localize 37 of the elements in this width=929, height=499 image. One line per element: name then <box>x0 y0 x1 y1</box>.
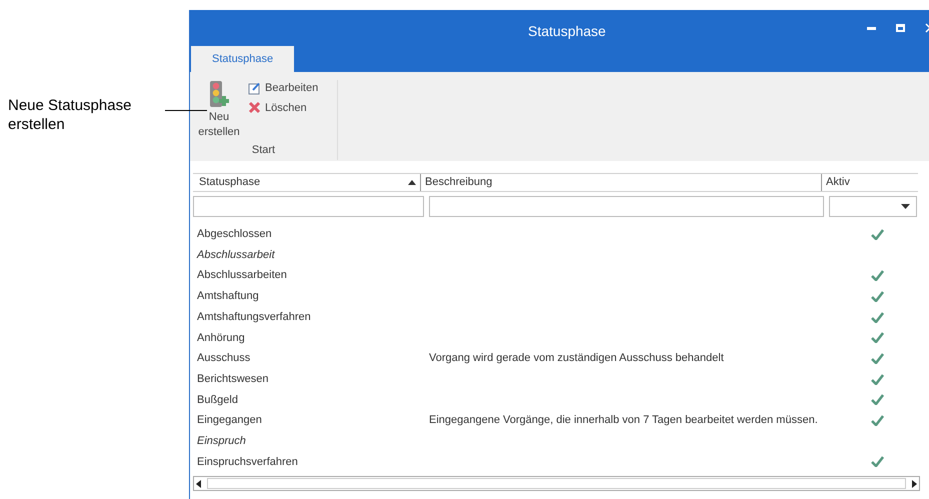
delete-button[interactable]: Löschen <box>248 100 318 116</box>
table-cell-text: Einspruch <box>196 434 247 449</box>
table-cell: Vorgang wird gerade vom zuständigen Ausschuss behandelt <box>429 352 724 364</box>
ribbon-tab[interactable]: Statusphase <box>191 46 294 72</box>
table-cell-text: Anhörung <box>196 330 246 346</box>
table-cell-text: Amtshaftungsverfahren <box>196 310 312 325</box>
group-label: Start <box>252 143 276 158</box>
horizontal-scrollbar[interactable] <box>193 476 920 492</box>
column-header[interactable]: Aktiv <box>821 174 918 191</box>
table-cell-text: Abschlussarbeit <box>196 248 276 263</box>
new-button[interactable]: Neu erstellen <box>196 80 242 140</box>
table-cell-text: Amtshaftung <box>196 289 260 304</box>
scroll-right-icon[interactable] <box>912 480 917 488</box>
minimize-icon[interactable] <box>867 26 876 30</box>
table-cell-text: Bußgeld <box>196 392 239 408</box>
sort-ascending-icon <box>408 180 416 185</box>
table-cell: Eingegangene Vorgänge, die innerhalb von 7 Tagen bearbeitet werden müssen. <box>429 414 818 426</box>
window-title: Statusphase <box>528 22 606 41</box>
annotation-text: Neue Statusphase erstellen <box>8 96 132 134</box>
dropdown-arrow-icon <box>901 204 910 209</box>
filter-field[interactable] <box>193 196 424 217</box>
table-cell-text: Berichtswesen <box>196 372 270 387</box>
table-cell-text: Abschlussarbeiten <box>196 268 288 284</box>
delete-icon <box>248 101 261 114</box>
maximize-icon[interactable] <box>896 24 905 32</box>
table-cell-text: Abgeschlossen <box>196 227 273 242</box>
filter-field[interactable] <box>429 196 824 217</box>
column-header[interactable]: Statusphase <box>193 174 420 191</box>
edit-button[interactable]: Bearbeiten <box>248 80 318 96</box>
edit-icon <box>248 82 261 95</box>
table-cell-text: Einspruchsverfahren <box>196 454 299 470</box>
table-cell-text: Eingegangen <box>196 413 263 428</box>
column-header[interactable]: Beschreibung <box>420 174 821 191</box>
leader-line <box>165 110 207 111</box>
scroll-left-icon[interactable] <box>196 480 201 488</box>
table-cell-text: Ausschuss <box>196 351 252 366</box>
traffic-light-icon <box>207 80 231 108</box>
